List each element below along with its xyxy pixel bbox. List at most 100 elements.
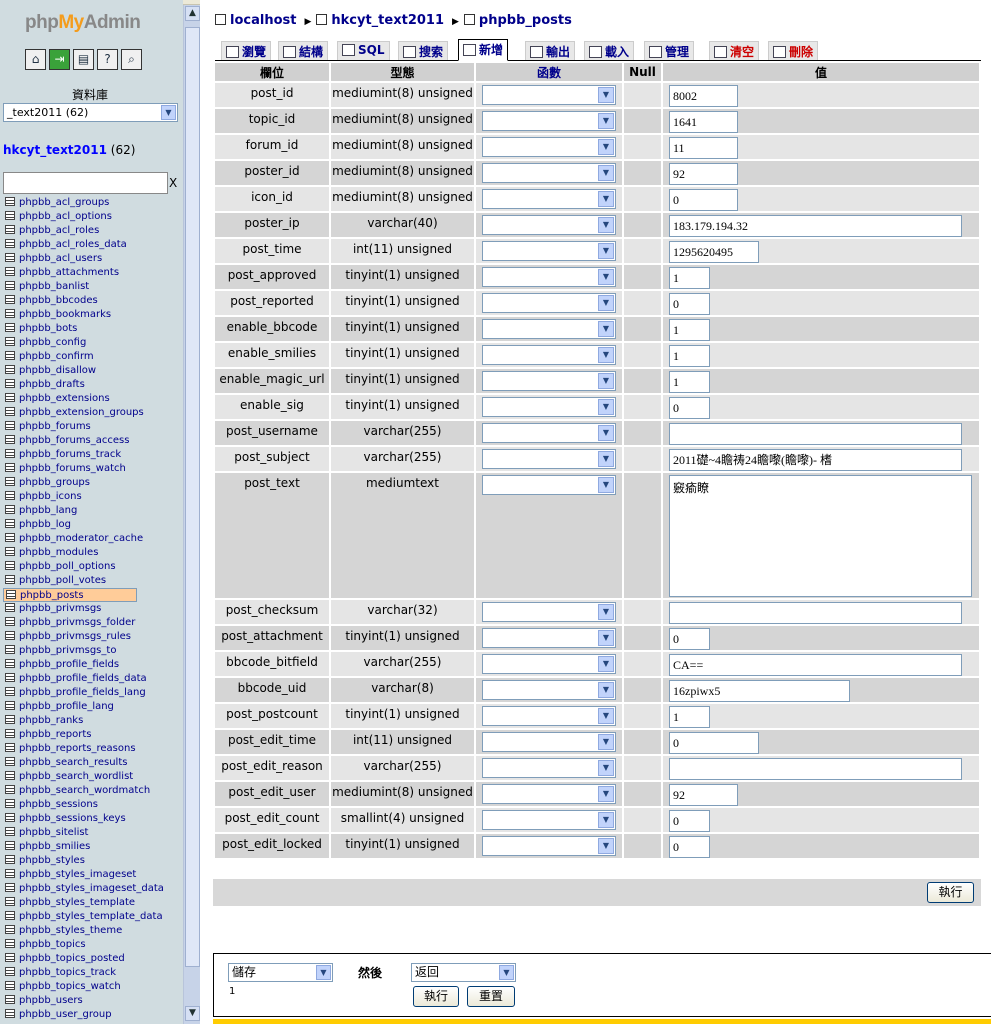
table-name[interactable]: phpbb_reports_reasons [19,743,136,754]
table-list-item[interactable]: phpbb_extensions [3,392,181,406]
tab-browse[interactable]: 瀏覽 [221,41,272,60]
table-icon[interactable] [5,253,15,262]
table-icon[interactable] [5,337,15,346]
table-name[interactable]: phpbb_sessions_keys [19,813,126,824]
table-name[interactable]: phpbb_styles_template_data [19,911,163,922]
chevron-down-icon[interactable]: ▼ [161,105,176,120]
value-input[interactable]: 16zpiwx5 [669,680,850,702]
home-icon[interactable]: ⌂ [25,49,46,70]
table-list-item[interactable]: phpbb_poll_options [3,560,181,574]
table-list-item[interactable]: phpbb_styles_template_data [3,910,181,924]
value-input[interactable]: 8002 [669,85,738,107]
value-input[interactable]: 0 [669,732,759,754]
table-icon[interactable] [5,967,15,976]
table-list-item[interactable]: phpbb_acl_options [3,210,181,224]
table-name[interactable]: phpbb_forums [19,421,91,432]
function-select[interactable]: ▼ [482,319,616,339]
scroll-down-icon[interactable]: ▼ [185,1006,200,1021]
table-list-item[interactable]: phpbb_topics_watch [3,980,181,994]
table-name[interactable]: phpbb_confirm [19,351,94,362]
table-list-item[interactable]: phpbb_search_wordlist [3,770,181,784]
table-icon[interactable] [5,673,15,682]
function-select[interactable]: ▼ [482,475,616,495]
table-icon[interactable] [5,631,15,640]
table-icon[interactable] [5,533,15,542]
table-list-item[interactable]: phpbb_users [3,994,181,1008]
table-name[interactable]: phpbb_poll_votes [19,575,106,586]
table-list-item[interactable]: phpbb_search_results [3,756,181,770]
chevron-down-icon[interactable]: ▼ [598,87,614,103]
table-icon[interactable] [5,715,15,724]
table-name[interactable]: phpbb_acl_roles [19,225,99,236]
tab-import[interactable]: 載入 [584,41,635,60]
table-name[interactable]: phpbb_topics_watch [19,981,121,992]
table-icon[interactable] [5,603,15,612]
table-icon[interactable] [5,883,15,892]
table-name[interactable]: phpbb_topics_track [19,967,116,978]
table-icon[interactable] [5,617,15,626]
scroll-thumb[interactable] [185,27,200,967]
chevron-down-icon[interactable]: ▼ [598,295,614,311]
table-icon[interactable] [5,869,15,878]
table-icon[interactable] [5,519,15,528]
function-select[interactable]: ▼ [482,137,616,157]
table-icon[interactable] [5,687,15,696]
table-icon[interactable] [5,449,15,458]
table-list-item[interactable]: phpbb_sitelist [3,826,181,840]
table-icon[interactable] [5,981,15,990]
function-select[interactable]: ▼ [482,810,616,830]
table-list-item[interactable]: phpbb_acl_users [3,252,181,266]
table-list-item[interactable]: phpbb_profile_fields [3,658,181,672]
table-name[interactable]: phpbb_sessions [19,799,98,810]
function-select[interactable]: ▼ [482,215,616,235]
tab-structure[interactable]: 結構 [278,41,329,60]
table-name[interactable]: phpbb_acl_options [19,211,112,222]
table-name[interactable]: phpbb_extensions [19,393,110,404]
function-select[interactable]: ▼ [482,85,616,105]
table-name[interactable]: phpbb_styles [19,855,85,866]
table-icon[interactable] [5,379,15,388]
function-select[interactable]: ▼ [482,267,616,287]
table-icon[interactable] [5,575,15,584]
value-input[interactable] [669,423,962,445]
table-list-item[interactable]: phpbb_disallow [3,364,181,378]
table-name[interactable]: phpbb_topics_posted [19,953,125,964]
value-input[interactable]: 0 [669,397,710,419]
table-name[interactable]: phpbb_search_wordmatch [19,785,150,796]
table-list-item[interactable]: phpbb_moderator_cache [3,532,181,546]
tab-search[interactable]: 搜索 [398,41,449,60]
table-name[interactable]: phpbb_lang [19,505,77,516]
table-icon[interactable] [5,813,15,822]
table-name[interactable]: phpbb_users [19,995,83,1006]
table-icon[interactable] [6,590,16,599]
tab-operations[interactable]: 管理 [644,41,695,60]
table-list-item[interactable]: phpbb_privmsgs [3,602,181,616]
table-name[interactable]: phpbb_forums_watch [19,463,126,474]
table-name[interactable]: phpbb_acl_roles_data [19,239,127,250]
chevron-down-icon[interactable]: ▼ [598,734,614,750]
table-name[interactable]: phpbb_icons [19,491,82,502]
table-name[interactable]: phpbb_posts [20,590,84,601]
table-name[interactable]: phpbb_config [19,337,86,348]
table-icon[interactable] [5,757,15,766]
table-name[interactable]: phpbb_styles_imageset [19,869,136,880]
scroll-up-icon[interactable]: ▲ [185,6,200,21]
table-list-item[interactable]: phpbb_profile_lang [3,700,181,714]
value-input[interactable]: 0 [669,810,710,832]
table-name[interactable]: phpbb_acl_users [19,253,102,264]
reset-button[interactable]: 重置 [467,986,515,1007]
function-select[interactable]: ▼ [482,706,616,726]
go-button[interactable]: 執行 [927,882,974,903]
value-input[interactable]: 1 [669,319,710,341]
table-list-item[interactable]: phpbb_bbcodes [3,294,181,308]
table-icon[interactable] [5,995,15,1004]
clear-filter-button[interactable]: X [169,176,177,190]
table-name[interactable]: phpbb_groups [19,477,90,488]
table-name[interactable]: phpbb_poll_options [19,561,116,572]
value-input[interactable]: 0 [669,628,710,650]
table-name[interactable]: phpbb_modules [19,547,98,558]
table-name[interactable]: phpbb_privmsgs_to [19,645,116,656]
tab-sql[interactable]: SQL [337,41,390,60]
value-input[interactable]: 11 [669,137,738,159]
value-input[interactable]: 1 [669,371,710,393]
